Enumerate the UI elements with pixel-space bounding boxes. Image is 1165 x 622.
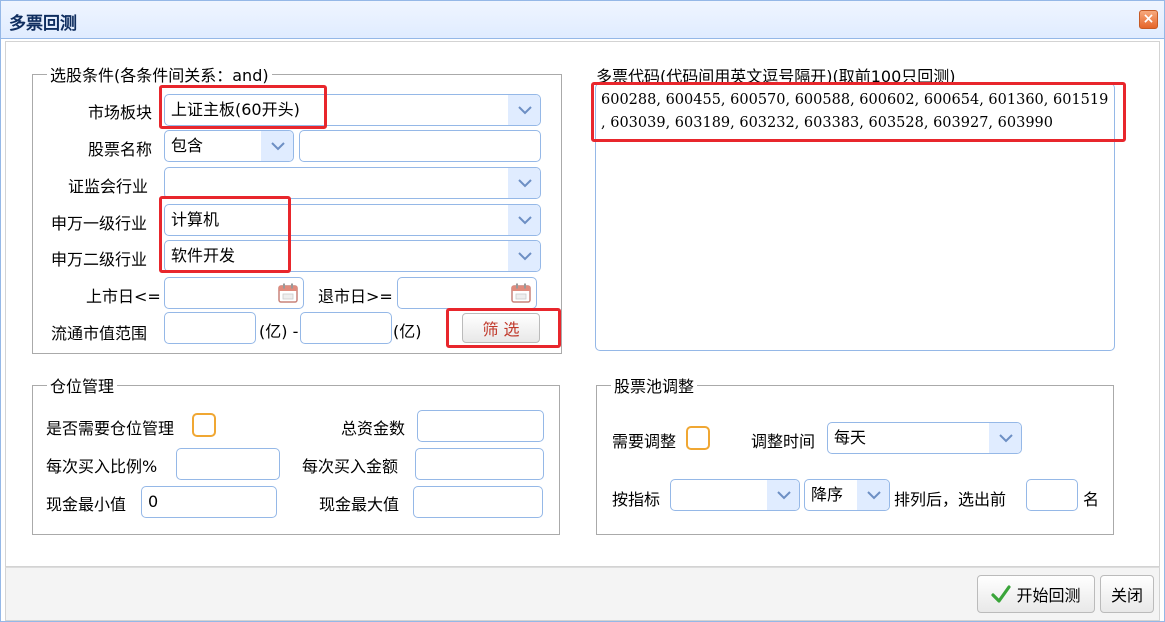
sw1-industry-label: 申万一级行业 [51,214,148,233]
float-cap-max-input[interactable] [300,312,392,344]
total-funds-input[interactable] [417,410,544,442]
start-backtest-button[interactable]: 开始回测 [977,575,1095,613]
unit-label: 名 [1083,490,1100,509]
buy-amount-label: 每次买入金额 [302,457,399,476]
chevron-down-icon[interactable] [989,423,1021,453]
sw2-industry-select[interactable]: 软件开发 [164,240,541,272]
csrc-industry-select[interactable] [164,167,541,199]
chevron-down-icon[interactable] [261,131,293,161]
order-value: 降序 [811,485,844,504]
float-cap-unit-1: (亿) - [259,322,299,341]
total-funds-label: 总资金数 [341,419,406,438]
buy-ratio-input[interactable] [176,448,280,480]
csrc-industry-label: 证监会行业 [68,177,149,196]
stock-name-label: 股票名称 [88,140,153,159]
dialog-title: 多票回测 [9,14,77,34]
start-backtest-label: 开始回测 [1016,586,1081,605]
float-cap-unit-2: (亿) [393,322,422,341]
adjust-time-select[interactable]: 每天 [827,422,1022,454]
filter-legend: 选股条件(各条件间关系：and) [50,66,269,85]
delist-date-label: 退市日>= [318,287,393,306]
buy-amount-input[interactable] [415,448,544,480]
backtest-dialog: 多票回测 × 选股条件(各条件间关系：and) 市场板块 上证主板(60开头) … [0,0,1165,622]
float-cap-label: 流通市值范围 [51,324,148,343]
market-select[interactable]: 上证主板(60开头) [164,94,541,126]
position-legend: 仓位管理 [50,377,115,396]
sw1-industry-select[interactable]: 计算机 [164,204,541,236]
dialog-titlebar: 多票回测 × [1,1,1164,39]
order-select[interactable]: 降序 [804,479,890,511]
chevron-down-icon[interactable] [508,205,540,235]
stock-name-input[interactable] [299,130,541,162]
list-date-input[interactable] [164,277,304,309]
pool-need-checkbox[interactable] [686,426,710,450]
list-date-label: 上市日<= [86,287,161,306]
chevron-down-icon[interactable] [508,241,540,271]
dialog-body: 选股条件(各条件间关系：and) 市场板块 上证主板(60开头) 股票名称 包含… [5,41,1160,567]
delist-date-input[interactable] [397,277,537,309]
cash-min-label: 现金最小值 [46,495,127,514]
market-value: 上证主板(60开头) [171,100,300,119]
dialog-footer: 开始回测 关闭 [5,567,1160,621]
adjust-time-label: 调整时间 [751,432,816,451]
top-n-input[interactable] [1026,479,1078,511]
sw1-industry-value: 计算机 [171,210,220,229]
chevron-down-icon[interactable] [767,480,799,510]
chevron-down-icon[interactable] [508,168,540,198]
market-label: 市场板块 [88,103,153,122]
calendar-icon[interactable] [510,282,532,304]
filter-button[interactable]: 筛 选 [462,313,540,343]
position-need-checkbox[interactable] [192,413,216,437]
cash-max-input[interactable] [413,486,543,518]
buy-ratio-label: 每次买入比例% [46,457,158,476]
pool-legend: 股票池调整 [614,377,695,396]
adjust-time-value: 每天 [834,428,867,447]
indicator-select[interactable] [670,479,800,511]
rank-label: 排列后，选出前 [894,490,1007,509]
pool-need-label: 需要调整 [612,432,677,451]
check-icon [991,585,1012,603]
indicator-label: 按指标 [612,490,661,509]
close-icon[interactable]: × [1139,10,1158,29]
chevron-down-icon[interactable] [857,480,889,510]
codes-textarea[interactable]: 600288, 600455, 600570, 600588, 600602, … [595,83,1115,351]
chevron-down-icon[interactable] [508,95,540,125]
cash-min-input[interactable]: 0 [141,486,277,518]
stock-name-mode-select[interactable]: 包含 [164,130,294,162]
stock-name-mode-value: 包含 [171,136,204,155]
position-need-label: 是否需要仓位管理 [46,419,175,438]
calendar-icon[interactable] [277,282,299,304]
cash-max-label: 现金最大值 [319,495,400,514]
float-cap-min-input[interactable] [164,312,256,344]
sw2-industry-value: 软件开发 [171,246,236,265]
sw2-industry-label: 申万二级行业 [51,250,148,269]
close-button[interactable]: 关闭 [1100,575,1154,613]
